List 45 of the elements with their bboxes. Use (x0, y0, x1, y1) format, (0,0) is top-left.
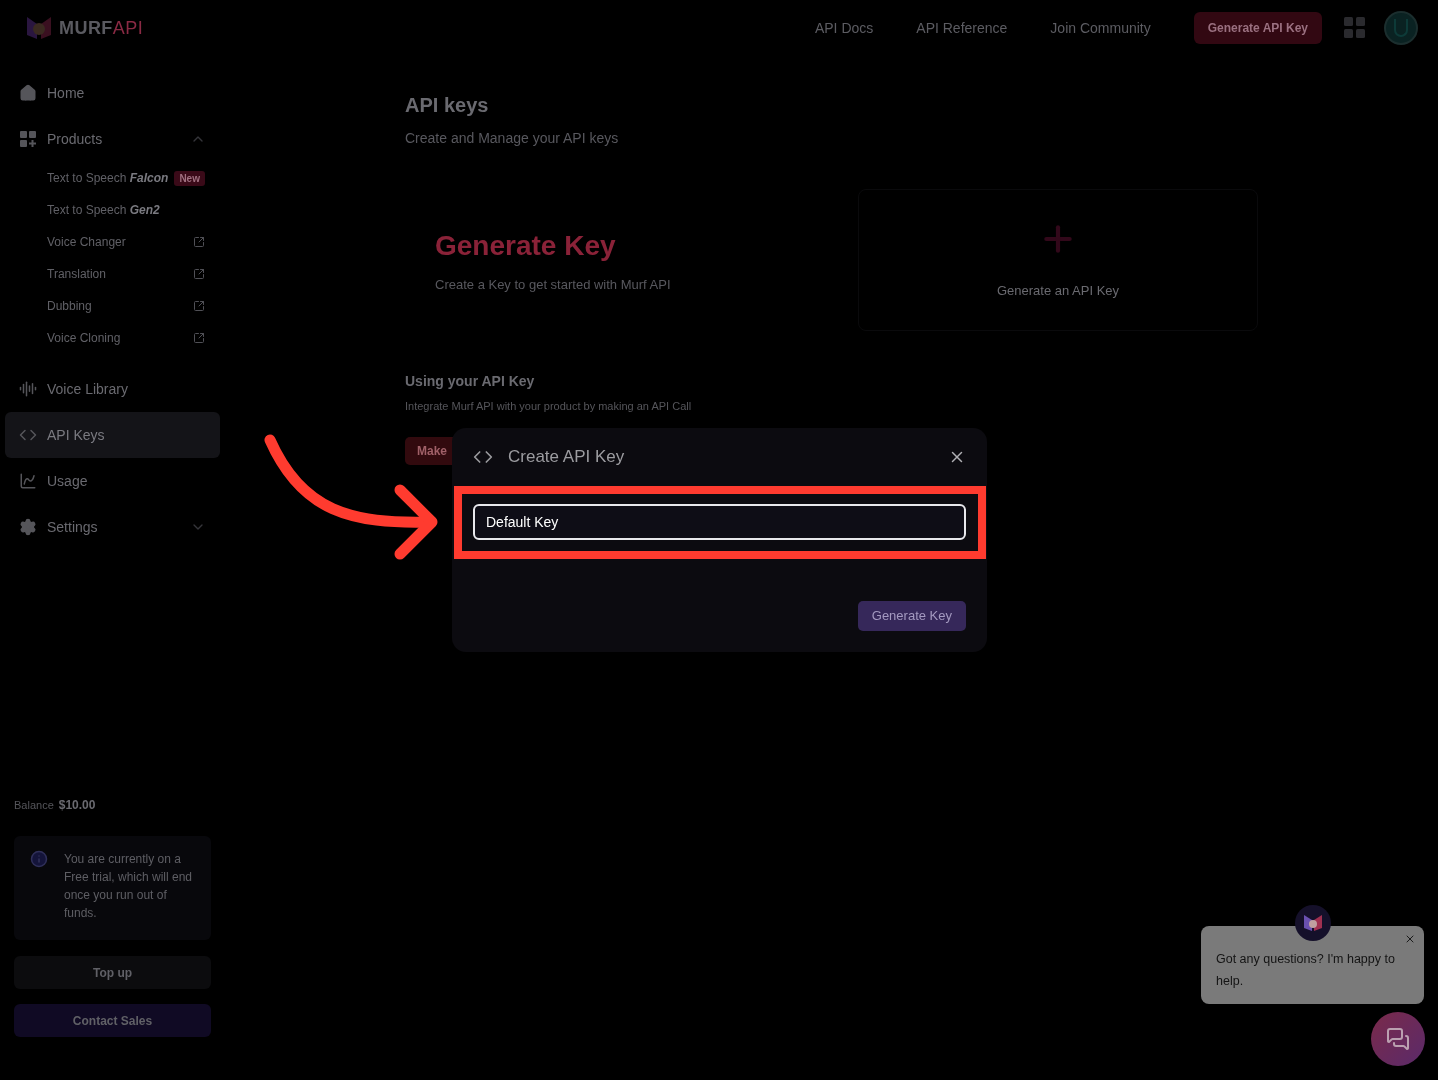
close-icon[interactable] (1404, 933, 1416, 945)
new-badge: New (174, 170, 205, 186)
sound-wave-icon (19, 380, 37, 398)
sidebar-item[interactable]: API Keys (5, 412, 220, 458)
top-up-button[interactable]: Top up (14, 956, 211, 989)
logo-icon (25, 15, 53, 41)
home-icon (19, 84, 37, 102)
submenu-item[interactable]: Dubbing (0, 290, 225, 322)
generate-api-key-button[interactable]: Generate API Key (1193, 12, 1322, 44)
sidebar-item[interactable]: Voice Library (5, 366, 220, 412)
submenu-item[interactable]: Text to Speech Gen2 (0, 194, 225, 226)
chat-avatar (1295, 905, 1331, 941)
chat-launcher-button[interactable] (1371, 1012, 1425, 1066)
key-name-field[interactable]: Default Key (473, 504, 966, 540)
sidebar-item[interactable]: Usage (5, 458, 220, 504)
section-description: Integrate Murf API with your product by making an API Call (405, 399, 693, 414)
nav-link[interactable]: API Docs (814, 17, 874, 39)
sidebar-item[interactable]: Home (5, 70, 220, 116)
generate-key-description: Create a Key to get started with Murf API (435, 276, 672, 295)
generate-key-heading: Generate Key (435, 229, 617, 264)
settings-icon (19, 518, 37, 536)
info-icon (30, 850, 48, 868)
submenu-item[interactable]: Voice Cloning (0, 322, 225, 354)
chat-icon (1386, 1027, 1410, 1051)
page-title: API keys (405, 93, 490, 118)
sidebar-item[interactable]: Products (5, 116, 220, 162)
contact-sales-button[interactable]: Contact Sales (14, 1004, 211, 1037)
submenu-item[interactable]: Voice Changer (0, 226, 225, 258)
dialog-title: Create API Key (508, 446, 625, 469)
page-subtitle: Create and Manage your API keys (405, 129, 620, 148)
generate-api-key-card[interactable]: Generate an API Key (858, 189, 1258, 331)
section-title: Using your API Key (405, 372, 536, 391)
nav-link[interactable]: Join Community (1050, 17, 1151, 39)
logo-text: MURFAPI (59, 16, 144, 40)
nav-link[interactable]: API Reference (916, 17, 1008, 39)
grid-icon (19, 130, 37, 148)
submenu-item[interactable]: Text to Speech Falcon New (0, 162, 225, 194)
balance-label: Balance (14, 797, 54, 813)
sidebar-item[interactable]: Settings (5, 504, 220, 550)
chart-icon (19, 472, 37, 490)
balance-value: $10.00 (58, 797, 96, 814)
chat-message: Got any questions? I'm happy to help. (1216, 951, 1396, 990)
notice-text: You are currently on a Free trial, which will end once you run out of funds. (64, 851, 194, 922)
generate-key-button[interactable]: Generate Key (857, 601, 966, 631)
submenu-item[interactable]: Translation (0, 258, 225, 290)
